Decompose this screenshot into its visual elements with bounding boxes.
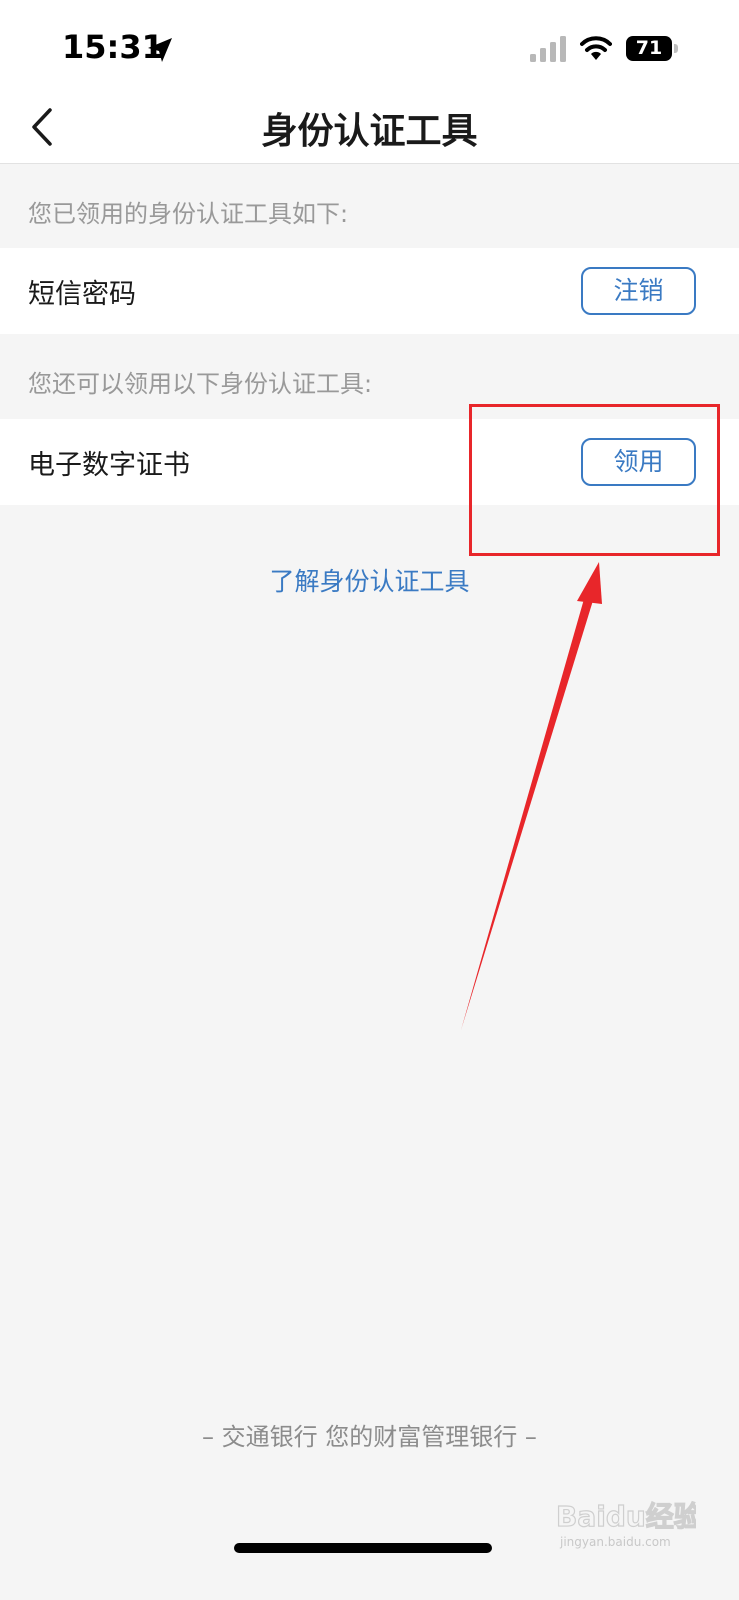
annotation-arrow: [461, 562, 602, 1030]
owned-tool-name: 短信密码: [28, 279, 136, 310]
annotation-highlight-box: [469, 404, 720, 556]
signal-icon: [530, 36, 566, 62]
owned-tools-label: 您已领用的身份认证工具如下:: [28, 200, 349, 228]
available-tools-label: 您还可以领用以下身份认证工具:: [28, 370, 373, 398]
learn-auth-tools-link[interactable]: 了解身份认证工具: [0, 562, 739, 598]
watermark-text: Baidu经验: [556, 1500, 696, 1533]
nav-bar: 身份认证工具: [0, 90, 739, 164]
location-arrow-icon: [148, 38, 172, 62]
home-indicator[interactable]: [234, 1543, 492, 1553]
page-title: 身份认证工具: [261, 111, 478, 152]
wifi-icon: [580, 36, 612, 60]
available-tool-name: 电子数字证书: [28, 450, 190, 481]
battery-icon: 71: [626, 36, 672, 61]
watermark-subtext: jingyan.baidu.com: [560, 1535, 671, 1549]
battery-tip: [674, 44, 678, 53]
baidu-jingyan-watermark: Baidu经验: [556, 1499, 696, 1533]
cancel-sms-password-button[interactable]: 注销: [581, 267, 696, 315]
screen: 15:31 71 身份认证工具 您已领用的身份认证工具如下: 短信密码 注销 您…: [0, 0, 739, 1600]
owned-tool-row-sms: 短信密码 注销: [0, 248, 739, 334]
status-bar: 15:31 71: [0, 0, 739, 90]
footer-slogan: – 交通银行 您的财富管理银行 –: [202, 1423, 537, 1451]
